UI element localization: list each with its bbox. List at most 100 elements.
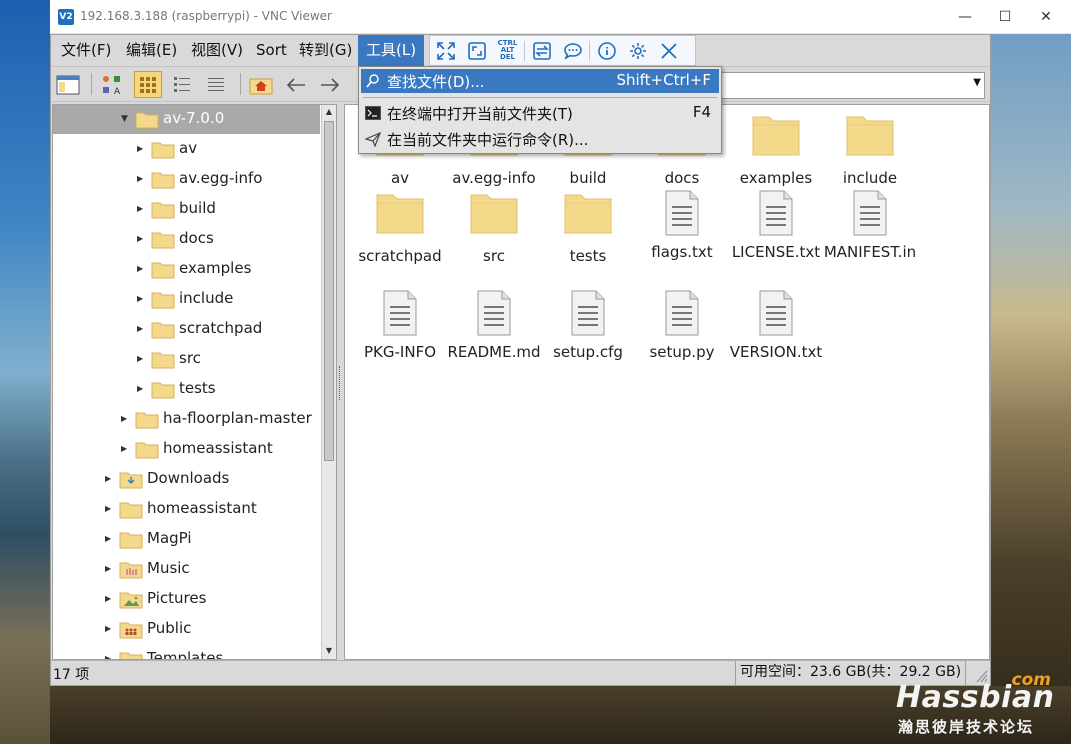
maximize-button[interactable]: ☐ [985,4,1025,30]
tree-item[interactable]: ▶ homeassistant [53,494,320,524]
folder-item[interactable]: scratchpad [353,191,447,267]
home-icon[interactable] [247,71,275,98]
menu-file[interactable]: 文件(F) [53,35,119,66]
tree-item[interactable]: ▼ av-7.0.0 [53,105,320,134]
expand-right-icon[interactable]: ▶ [137,383,147,395]
back-arrow-icon[interactable] [282,71,310,98]
tree-item[interactable]: ▶ ha-floorplan-master [53,404,320,434]
minimize-button[interactable]: — [945,4,985,30]
tree-item[interactable]: ▶ Pictures [53,584,320,614]
file-item[interactable]: VERSION.txt [729,290,823,363]
ctrl-alt-del-icon[interactable]: CTRL ALT DEL [492,36,523,65]
tree-item[interactable]: ▶ src [53,344,320,374]
file-name-label: src [483,247,505,265]
menu-item-run-command[interactable]: 在当前文件夹中运行命令(R)... [361,127,719,151]
path-dropdown-icon[interactable]: ▼ [973,77,981,88]
expand-right-icon[interactable]: ▶ [137,353,147,365]
transfer-icon[interactable] [526,36,557,65]
info-icon[interactable] [591,36,622,65]
forward-arrow-icon[interactable] [316,71,344,98]
expand-right-icon[interactable]: ▶ [137,233,147,245]
file-name-label: include [842,169,898,187]
file-item[interactable]: MANIFEST.in [823,190,917,263]
menu-go[interactable]: 转到(G) [291,35,360,66]
tree-item[interactable]: ▶ build [53,194,320,224]
expand-right-icon[interactable]: ▶ [105,503,115,515]
list-view-icon[interactable] [202,71,230,98]
expand-right-icon[interactable]: ▶ [137,263,147,275]
expand-right-icon[interactable]: ▶ [105,533,115,545]
expand-right-icon[interactable]: ▶ [137,203,147,215]
toolbar-separator [524,40,525,61]
path-input[interactable]: ▼ [719,72,985,99]
tree-item[interactable]: ▶ Public [53,614,320,644]
text-file-icon [635,189,729,241]
expand-right-icon[interactable]: ▶ [105,653,115,659]
folder-icon [823,113,917,161]
tree-item[interactable]: ▶ tests [53,374,320,404]
compact-view-icon[interactable] [168,71,196,98]
fullscreen-icon[interactable] [430,36,461,65]
folder-item[interactable]: src [447,191,541,267]
tree-item[interactable]: ▶ examples [53,254,320,284]
expand-right-icon[interactable]: ▶ [121,413,131,425]
folder-item[interactable]: tests [541,191,635,267]
file-item[interactable]: flags.txt [635,189,729,263]
menu-item-find-files[interactable]: 查找文件(D)... Shift+Ctrl+F [361,69,719,93]
scroll-thumb[interactable] [324,121,334,461]
menu-edit[interactable]: 编辑(E) [118,35,185,66]
tree-item[interactable]: ▶ docs [53,224,320,254]
scroll-down-icon[interactable]: ▼ [323,645,335,657]
tree-item[interactable]: ▶ include [53,284,320,314]
file-item[interactable]: PKG-INFO [353,289,447,363]
scroll-up-icon[interactable]: ▲ [323,106,335,118]
menu-item-open-terminal[interactable]: 在终端中打开当前文件夹(T) F4 [361,101,719,125]
expand-down-icon[interactable]: ▼ [121,113,131,125]
expand-right-icon[interactable]: ▶ [121,443,131,455]
new-window-icon[interactable] [54,71,82,98]
tree-item[interactable]: ▶ Music [53,554,320,584]
file-manager: 文件(F) 编辑(E) 视图(V) Sort 转到(G) 工具(L) CTRL … [50,34,991,686]
scale-icon[interactable] [461,36,492,65]
expand-right-icon[interactable]: ▶ [105,593,115,605]
vnc-viewer-window: V2 192.168.3.188 (raspberrypi) - VNC Vie… [50,0,1071,686]
icon-view-icon[interactable]: A [98,71,126,98]
file-item[interactable]: setup.cfg [541,290,635,363]
tools-dropdown-menu: 查找文件(D)... Shift+Ctrl+F 在终端中打开当前文件夹(T) F… [358,66,722,154]
file-icon-view: av av.egg-info build docs examples include scr… [344,104,990,660]
tree-item[interactable]: ▶ av.egg-info [53,164,320,194]
expand-right-icon[interactable]: ▶ [137,293,147,305]
tree-item[interactable]: ▶ MagPi [53,524,320,554]
expand-right-icon[interactable]: ▶ [137,173,147,185]
tree-item[interactable]: ▶ av [53,134,320,164]
file-item[interactable]: setup.py [635,290,729,363]
tree-item[interactable]: ▶ scratchpad [53,314,320,344]
expand-right-icon[interactable]: ▶ [105,623,115,635]
folder-icon [119,530,143,549]
text-file-icon [447,289,541,341]
splitter-grip[interactable] [339,366,342,400]
menu-view[interactable]: 视图(V) [183,35,251,66]
expand-right-icon[interactable]: ▶ [105,473,115,485]
tree-item[interactable]: ▶ homeassistant [53,434,320,464]
tree-item[interactable]: ▶ Templates [53,644,320,659]
expand-right-icon[interactable]: ▶ [105,563,115,575]
thumbnail-view-icon[interactable] [134,71,162,98]
folder-item[interactable]: include [823,113,917,189]
file-item[interactable]: LICENSE.txt [729,190,823,263]
tree-scrollbar[interactable]: ▲ ▼ [321,105,336,659]
settings-icon[interactable] [622,36,653,65]
tree-item[interactable]: ▶ Downloads [53,464,320,494]
menu-tools[interactable]: 工具(L) [358,35,425,66]
menu-sort[interactable]: Sort [248,35,295,66]
expand-right-icon[interactable]: ▶ [137,323,147,335]
close-window-button[interactable]: ✕ [1026,4,1066,30]
folder-item[interactable]: examples [729,113,823,189]
close-icon[interactable] [653,36,684,65]
folder-icon [135,410,159,429]
expand-right-icon[interactable]: ▶ [137,143,147,155]
vnc-logo-icon: V2 [58,9,74,25]
file-item[interactable]: README.md [447,289,541,363]
chat-icon[interactable] [557,36,588,65]
text-file-icon [353,289,447,341]
